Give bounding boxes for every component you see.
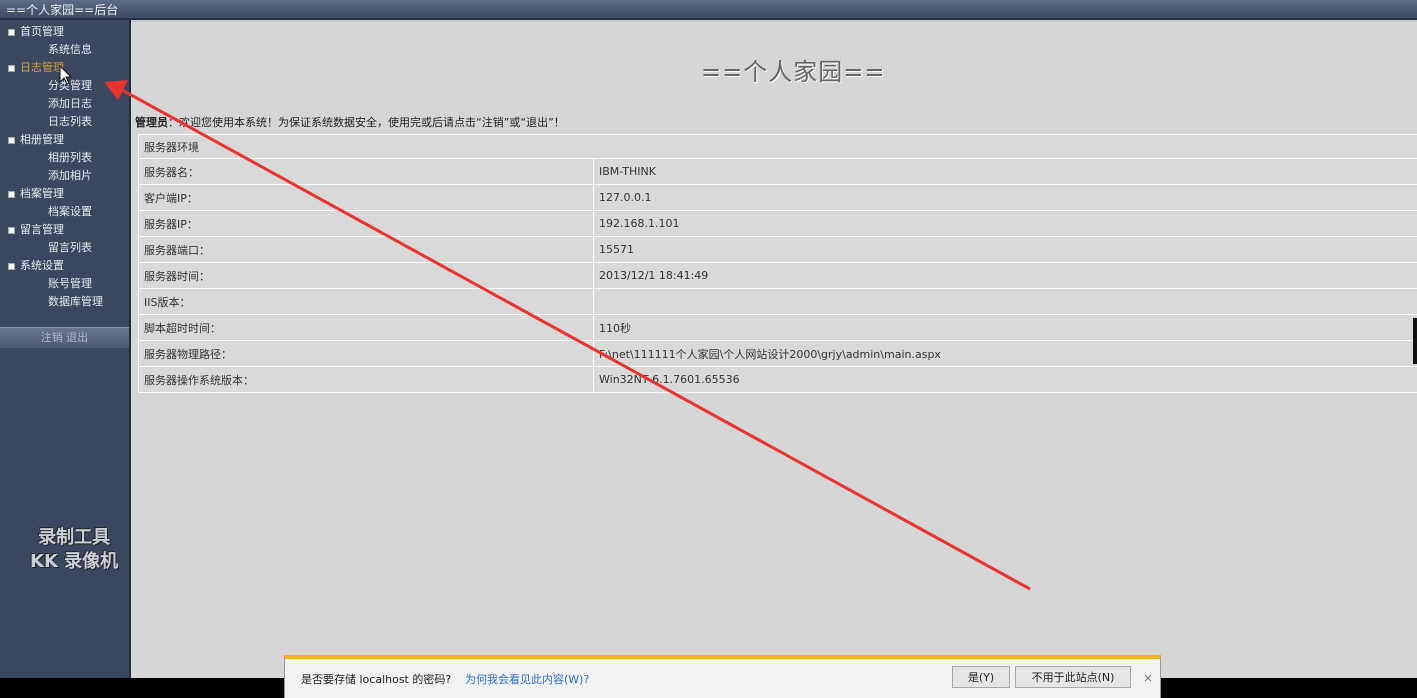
menu-group-label: 日志管理: [20, 61, 64, 74]
welcome-text: ：欢迎您使用本系统！为保证系统数据安全，使用完或后请点击“注销”或“退出”！: [168, 116, 565, 129]
watermark-line-1: 录制工具: [38, 527, 111, 548]
window-title-bar: ==个人家园==后台: [0, 0, 1417, 20]
collapse-square-icon: [8, 136, 15, 144]
row-key: 服务器IP：: [138, 210, 594, 237]
table-header: 服务器环境: [138, 134, 1417, 159]
row-value: Win32NT 6.1.7601.65536: [593, 366, 1417, 393]
site-title: ==个人家园==: [701, 58, 886, 86]
table-row: 服务器名： IBM-THINK: [138, 158, 1417, 185]
row-key: 服务器物理路径：: [138, 340, 594, 367]
logout-bar[interactable]: 注销 退出: [0, 327, 129, 348]
menu-group-title[interactable]: 系统设置: [0, 257, 131, 275]
row-key: 服务器端口：: [138, 236, 594, 263]
row-value: F:\net\111111个人家园\个人网站设计2000\grjy\admin\…: [593, 340, 1417, 367]
row-value: [593, 288, 1417, 315]
yes-button[interactable]: 是(Y): [952, 666, 1010, 688]
table-row: 服务器操作系统版本： Win32NT 6.1.7601.65536: [138, 366, 1417, 393]
menu-group: 系统设置账号管理 数据库管理: [0, 257, 131, 311]
menu-sub-item[interactable]: 分类管理: [0, 77, 131, 95]
watermark-line-2: KK 录像机: [30, 551, 119, 572]
row-value: 15571: [593, 236, 1417, 263]
menu-group-label: 首页管理: [20, 25, 64, 38]
main-content: ==个人家园== 管理员：欢迎您使用本系统！为保证系统数据安全，使用完或后请点击…: [131, 20, 1417, 680]
menu-group-label: 系统设置: [20, 259, 64, 272]
row-value: 127.0.0.1: [593, 184, 1417, 211]
collapse-square-icon: [8, 226, 15, 234]
close-icon[interactable]: ×: [1143, 671, 1153, 685]
why-see-this-link[interactable]: 为何我会看见此内容(W)?: [465, 671, 589, 687]
table-row: IIS版本：: [138, 288, 1417, 315]
table-row: 服务器端口： 15571: [138, 236, 1417, 263]
menu-group: 日志管理分类管理 添加日志 日志列表: [0, 59, 131, 131]
table-row: 服务器IP： 192.168.1.101: [138, 210, 1417, 237]
never-for-site-button[interactable]: 不用于此站点(N): [1015, 666, 1131, 688]
save-password-bar: 是否要存储 localhost 的密码? 为何我会看见此内容(W)? 是(Y) …: [284, 655, 1161, 698]
collapse-square-icon: [8, 64, 15, 72]
row-value: 110秒: [593, 314, 1417, 341]
window-title: ==个人家园==后台: [6, 3, 119, 17]
menu-group: 留言管理留言列表: [0, 221, 131, 257]
menu-sub-item[interactable]: 添加日志: [0, 95, 131, 113]
menu-sub-item[interactable]: 留言列表: [0, 239, 131, 257]
row-key: 服务器操作系统版本：: [138, 366, 594, 393]
table-row: 客户端IP： 127.0.0.1: [138, 184, 1417, 211]
menu-sub-item[interactable]: 添加相片: [0, 167, 131, 185]
row-key: 服务器时间：: [138, 262, 594, 289]
welcome-message: 管理员：欢迎您使用本系统！为保证系统数据安全，使用完或后请点击“注销”或“退出”…: [135, 114, 565, 130]
collapse-square-icon: [8, 28, 15, 36]
menu-sub-item[interactable]: 数据库管理: [0, 293, 131, 311]
table-row: 脚本超时时间： 110秒: [138, 314, 1417, 341]
sidebar: 首页管理 系统信息 日志管理 分类管理 添加日志 日志列表 相册管理 相册列表 添加相片 档案管理…: [0, 20, 131, 678]
row-key: 服务器名：: [138, 158, 594, 185]
menu-sub-item[interactable]: 日志列表: [0, 113, 131, 131]
recorder-watermark: 录制工具 KK 录像机: [30, 526, 118, 574]
server-info-table: 服务器环境 服务器名： IBM-THINK 客户端IP： 127.0.0.1 服务器IP…: [138, 134, 1417, 393]
row-key: IIS版本：: [138, 288, 594, 315]
menu-group-label: 档案管理: [20, 187, 64, 200]
table-row: 服务器物理路径： F:\net\111111个人家园\个人网站设计2000\grj…: [138, 340, 1417, 367]
row-key: 脚本超时时间：: [138, 314, 594, 341]
save-password-question: 是否要存储 localhost 的密码?: [301, 673, 452, 686]
table-header-row: 服务器环境: [138, 134, 1417, 159]
row-value: 2013/12/1 18:41:49: [593, 262, 1417, 289]
menu-sub-item[interactable]: 档案设置: [0, 203, 131, 221]
welcome-user: 管理员: [135, 116, 168, 129]
menu-group: 档案管理档案设置: [0, 185, 131, 221]
sidebar-menu: 首页管理 系统信息 日志管理 分类管理 添加日志 日志列表 相册管理 相册列表 添加相片 档案管理…: [0, 23, 131, 311]
menu-group: 相册管理相册列表 添加相片: [0, 131, 131, 185]
menu-group-label: 留言管理: [20, 223, 64, 236]
menu-group-label: 相册管理: [20, 133, 64, 146]
menu-group-title[interactable]: 相册管理: [0, 131, 131, 149]
table-row: 服务器时间： 2013/12/1 18:41:49: [138, 262, 1417, 289]
menu-group: 首页管理系统信息: [0, 23, 131, 59]
menu-sub-item[interactable]: 相册列表: [0, 149, 131, 167]
menu-group-title[interactable]: 日志管理: [0, 59, 131, 77]
collapse-square-icon: [8, 190, 15, 198]
menu-group-title[interactable]: 档案管理: [0, 185, 131, 203]
menu-sub-item[interactable]: 系统信息: [0, 41, 131, 59]
window-edge: [1413, 318, 1417, 364]
row-value: 192.168.1.101: [593, 210, 1417, 237]
row-value: IBM-THINK: [593, 158, 1417, 185]
menu-group-title[interactable]: 留言管理: [0, 221, 131, 239]
row-key: 客户端IP：: [138, 184, 594, 211]
menu-group-title[interactable]: 首页管理: [0, 23, 131, 41]
collapse-square-icon: [8, 262, 15, 270]
menu-sub-item[interactable]: 账号管理: [0, 275, 131, 293]
